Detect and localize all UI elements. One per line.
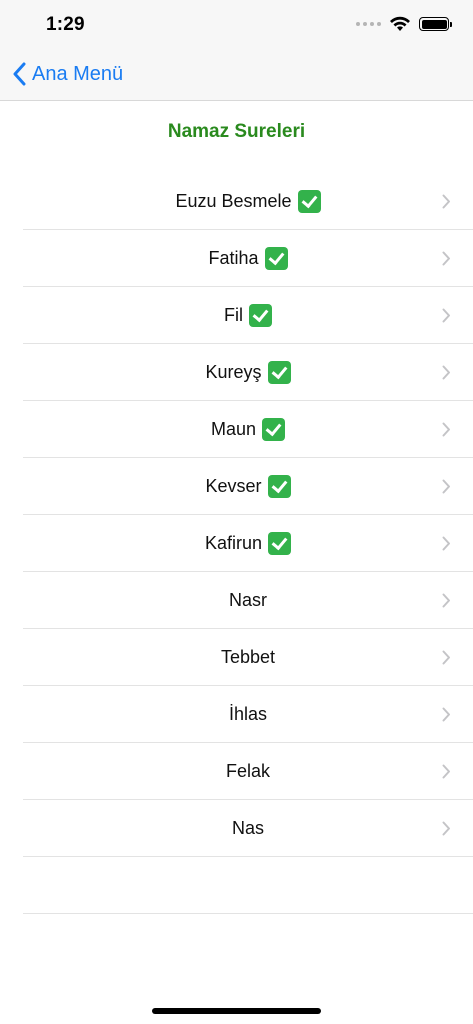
status-icons (356, 16, 452, 32)
page-title: Namaz Sureleri (167, 121, 306, 142)
list-item-label-wrap: Fatiha (208, 246, 288, 270)
check-mark-button-icon (267, 474, 291, 498)
chevron-right-icon (442, 251, 450, 266)
chevron-right-icon (442, 365, 450, 380)
list-item-label-wrap: Kafirun (204, 531, 292, 555)
cellular-signal-icon (356, 22, 381, 26)
list-item-label: Felak (225, 760, 270, 781)
check-mark-button-icon (297, 189, 321, 213)
list-item-label-wrap: Tebbet (221, 647, 275, 668)
list-item[interactable]: Tebbet (23, 629, 473, 686)
list-item[interactable]: Nasr (23, 572, 473, 629)
chevron-left-icon (13, 62, 26, 86)
list-item-label-wrap: Nasr (229, 590, 267, 611)
list-item-label-wrap: Euzu Besmele (175, 189, 321, 213)
list-item[interactable]: Kureyş (23, 344, 473, 401)
list-item-label: Nasr (228, 589, 267, 610)
list-item[interactable]: Fil (23, 287, 473, 344)
check-mark-button-icon (268, 531, 292, 555)
back-button-label: Ana Menü (32, 62, 124, 85)
list-item-label: Tebbet (220, 646, 276, 667)
chevron-right-icon (442, 593, 450, 608)
check-mark-button-icon (262, 417, 286, 441)
list-item-label: İhlas (228, 703, 268, 724)
list-item-label-wrap: Maun (210, 417, 286, 441)
list-item-label: Kafirun (204, 532, 263, 553)
chevron-right-icon (442, 194, 450, 209)
list-item[interactable]: Kevser (23, 458, 473, 515)
chevron-right-icon (442, 536, 450, 551)
list-item-label: Kevser (205, 475, 262, 496)
sure-list: Euzu Besmele Fatiha Fil Kureyş Maun Kevser Kaf… (23, 173, 473, 914)
list-item[interactable]: Kafirun (23, 515, 473, 572)
list-item-label-wrap: Fil (224, 303, 272, 327)
list-item-label: Maun (210, 418, 257, 439)
chevron-right-icon (442, 422, 450, 437)
list-item-label-wrap: Nas (232, 818, 264, 839)
battery-icon (419, 17, 452, 31)
list-item-label-wrap: İhlas (229, 704, 267, 725)
list-item-label-wrap: Kevser (205, 474, 291, 498)
chevron-right-icon (442, 650, 450, 665)
list-item-label: Fil (224, 304, 243, 325)
status-time: 1:29 (46, 14, 85, 35)
check-mark-button-icon (249, 303, 272, 327)
chevron-right-icon (442, 764, 450, 779)
list-item-label: Nas (231, 817, 264, 838)
list-item[interactable]: Fatiha (23, 230, 473, 287)
screen: 1:29 Ana Menü Namaz Sureleri Euzu Besmel… (0, 0, 473, 1024)
check-mark-button-icon (267, 360, 291, 384)
list-item-label: Kureyş (205, 361, 262, 382)
check-mark-button-icon (264, 246, 288, 270)
list-item (23, 857, 473, 914)
list-item[interactable]: Maun (23, 401, 473, 458)
list-item-label-wrap: Kureyş (205, 360, 291, 384)
list-item[interactable]: Felak (23, 743, 473, 800)
top-bar: 1:29 Ana Menü (0, 0, 473, 101)
list-item[interactable]: İhlas (23, 686, 473, 743)
chevron-right-icon (442, 707, 450, 722)
list-item[interactable]: Euzu Besmele (23, 173, 473, 230)
home-indicator[interactable] (152, 1008, 321, 1014)
list-item-label-wrap: Felak (226, 761, 270, 782)
list-item-label: Fatiha (208, 247, 259, 268)
wifi-icon (390, 16, 410, 31)
back-button[interactable]: Ana Menü (12, 62, 123, 86)
chevron-right-icon (442, 308, 450, 323)
list-item-label: Euzu Besmele (175, 190, 292, 211)
list-item[interactable]: Nas (23, 800, 473, 857)
chevron-right-icon (442, 479, 450, 494)
chevron-right-icon (442, 821, 450, 836)
